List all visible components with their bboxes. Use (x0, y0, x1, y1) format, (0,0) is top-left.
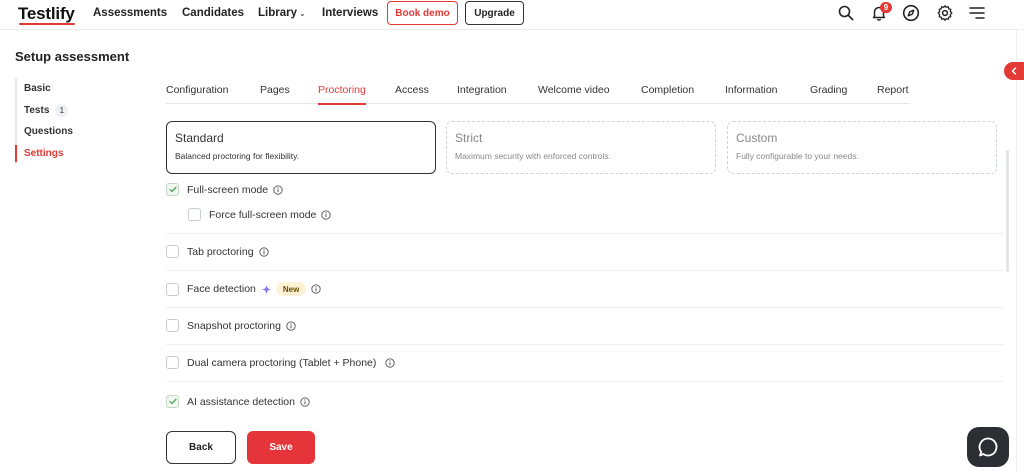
setup-sidebar: Basic Tests 1 Questions Settings (15, 78, 73, 164)
tab-integration[interactable]: Integration (457, 84, 507, 104)
preset-title: Custom (736, 131, 778, 145)
logo-underline (19, 23, 75, 25)
divider (166, 344, 1004, 345)
info-icon[interactable] (385, 357, 396, 368)
save-button[interactable]: Save (247, 431, 315, 464)
notification-badge: 9 (880, 2, 892, 13)
info-icon[interactable] (321, 209, 332, 220)
option-face-detection: Face detection New (166, 282, 321, 296)
info-icon[interactable] (300, 396, 310, 407)
option-label: Tab proctoring (187, 245, 254, 258)
preset-description: Fully configurable to your needs. (736, 151, 859, 161)
option-dual-camera: Dual camera proctoring (Tablet + Phone) (166, 356, 396, 369)
top-navbar: Testlify Assessments Candidates Library ⌄… (0, 0, 1024, 30)
option-fullscreen: Full-screen mode (166, 183, 283, 196)
sidebar-item-label: Settings (24, 147, 64, 159)
panel-divider (1016, 30, 1017, 472)
sidebar-item-label: Basic (24, 83, 51, 95)
snapshot-proctoring-checkbox[interactable] (166, 319, 179, 332)
option-ai-detection: AI assistance detection (166, 395, 310, 408)
scrollbar-thumb[interactable] (1006, 150, 1009, 272)
compass-icon[interactable] (901, 3, 921, 23)
preset-description: Balanced proctoring for flexibility. (175, 151, 300, 161)
tab-pages[interactable]: Pages (260, 84, 290, 104)
option-label: Snapshot proctoring (187, 319, 281, 332)
info-icon[interactable] (258, 246, 269, 257)
chevron-left-icon (1011, 67, 1017, 75)
nav-interviews[interactable]: Interviews (322, 7, 378, 19)
preset-card-strict[interactable]: Strict Maximum security with enforced co… (446, 121, 716, 174)
tab-access[interactable]: Access (395, 84, 429, 104)
option-label: Force full-screen mode (209, 208, 317, 221)
option-label: AI assistance detection (187, 395, 295, 408)
fullscreen-checkbox[interactable] (166, 183, 179, 196)
nav-library-label: Library (258, 7, 297, 19)
chat-bubble-icon (978, 437, 998, 457)
tab-proctoring-checkbox[interactable] (166, 245, 179, 258)
collapse-panel-button[interactable] (1004, 62, 1024, 80)
tab-proctoring[interactable]: Proctoring (318, 84, 366, 105)
tab-welcome-video[interactable]: Welcome video (538, 84, 610, 104)
tab-grading[interactable]: Grading (810, 84, 847, 104)
chat-support-button[interactable] (967, 427, 1009, 467)
info-icon[interactable] (273, 184, 283, 195)
info-icon[interactable] (286, 320, 296, 331)
divider (166, 307, 1004, 308)
force-fullscreen-checkbox[interactable] (188, 208, 201, 221)
testlify-logo[interactable]: Testlify (18, 4, 75, 24)
option-label: Dual camera proctoring (Tablet + Phone) (187, 356, 377, 369)
upgrade-button[interactable]: Upgrade (465, 1, 524, 25)
nav-library[interactable]: Library ⌄ (258, 7, 306, 19)
face-detection-checkbox[interactable] (166, 282, 179, 296)
option-label: Full-screen mode (187, 183, 269, 196)
divider (166, 233, 1004, 234)
option-tab-proctoring: Tab proctoring (166, 245, 269, 258)
sidebar-item-tests[interactable]: Tests 1 (17, 100, 73, 122)
option-snapshot-proctoring: Snapshot proctoring (166, 319, 296, 332)
divider (166, 381, 1004, 382)
chevron-down-icon: ⌄ (299, 9, 306, 18)
menu-icon[interactable] (967, 3, 987, 23)
book-demo-button[interactable]: Book demo (387, 1, 458, 25)
tests-count-badge: 1 (55, 103, 69, 117)
preset-title: Strict (455, 131, 483, 145)
sidebar-item-label: Tests (24, 104, 50, 116)
sidebar-item-questions[interactable]: Questions (17, 121, 73, 143)
tab-completion[interactable]: Completion (641, 84, 694, 104)
option-force-fullscreen: Force full-screen mode (188, 208, 332, 221)
option-label: Face detection (187, 283, 256, 295)
tab-information[interactable]: Information (725, 84, 778, 104)
preset-title: Standard (175, 131, 224, 145)
nav-candidates[interactable]: Candidates (182, 7, 244, 19)
preset-description: Maximum security with enforced controls. (455, 151, 611, 161)
gear-icon[interactable] (935, 3, 955, 23)
sparkle-icon (261, 284, 272, 295)
checkmark-icon (168, 186, 177, 193)
sidebar-item-label: Questions (24, 126, 73, 138)
preset-card-custom[interactable]: Custom Fully configurable to your needs. (727, 121, 997, 174)
nav-assessments[interactable]: Assessments (93, 7, 167, 19)
tab-report[interactable]: Report (877, 84, 909, 104)
page-title: Setup assessment (15, 49, 130, 64)
tab-configuration[interactable]: Configuration (166, 84, 228, 104)
info-icon[interactable] (311, 284, 321, 294)
new-badge: New (275, 282, 307, 296)
divider (166, 270, 1004, 271)
preset-card-standard[interactable]: Standard Balanced proctoring for flexibi… (166, 121, 436, 174)
checkmark-icon (168, 398, 177, 405)
dual-camera-checkbox[interactable] (166, 356, 179, 369)
search-icon[interactable] (836, 3, 856, 23)
sidebar-item-basic[interactable]: Basic (17, 78, 73, 100)
settings-tabs: Configuration Pages Proctoring Access In… (166, 84, 910, 105)
sidebar-item-settings[interactable]: Settings (15, 143, 73, 165)
back-button[interactable]: Back (166, 431, 236, 464)
ai-detection-checkbox[interactable] (166, 395, 179, 408)
